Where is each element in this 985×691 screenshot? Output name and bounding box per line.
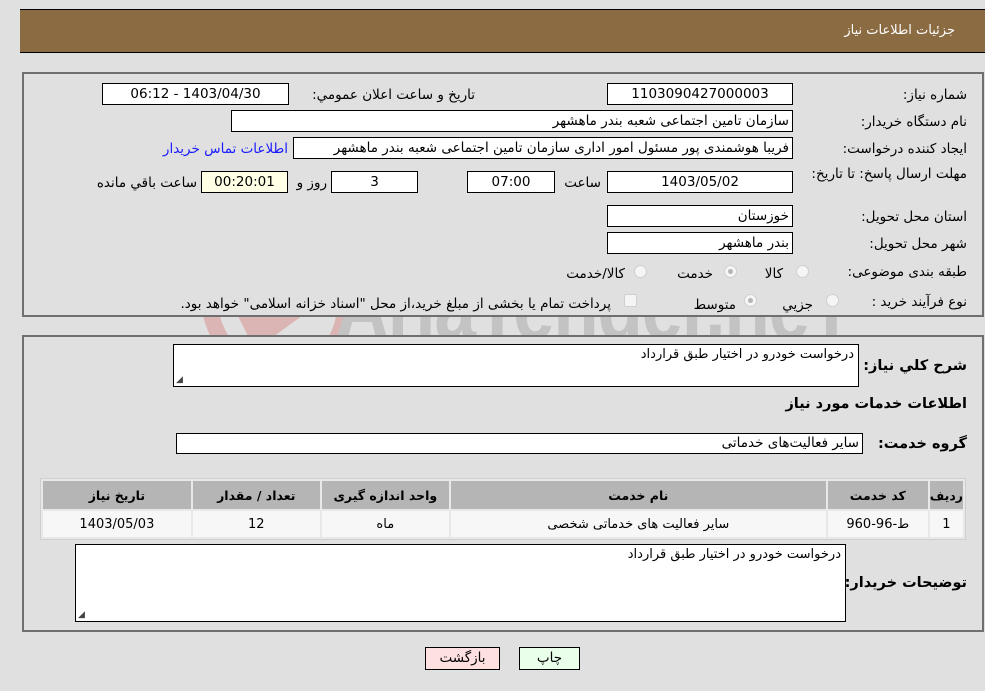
deadline-date-field: 1403/05/02 [607,171,793,193]
buyer-notes-textarea[interactable]: درخواست خودرو در اختیار طبق قرارداد ◢ [75,544,846,622]
purchase-radio-minor[interactable] [826,294,839,307]
buyer-contact-link[interactable]: اطلاعات تماس خریدار [163,141,288,157]
resize-grip-icon[interactable]: ◢ [78,610,85,620]
summary-text: درخواست خودرو در اختیار طبق قرارداد [640,347,854,362]
category-option-goods-service: کالا/خدمت [566,266,625,282]
cell-row-number: 1 [929,511,963,537]
announce-label: تاریخ و ساعت اعلان عمومي: [312,87,475,103]
service-group-field: سایر فعالیت‌های خدماتی [176,433,863,454]
col-need-date: تاریخ نیاز [43,481,191,509]
announce-datetime-field: 1403/04/30 - 06:12 [102,83,289,105]
need-number-label: شماره نیاز: [902,87,967,103]
remaining-time-field: 00:20:01 [201,171,288,193]
services-heading: اطلاعات خدمات مورد نیاز [785,396,967,412]
creator-field: فریبا هوشمندی پور مسئول امور اداری سازما… [293,137,793,159]
buyer-notes-label: توضیحات خریدار: [844,575,967,591]
deadline-label: مهلت ارسال پاسخ: تا تاریخ: [811,166,967,182]
table-row: 1 ط-96-960 سایر فعالیت های خدماتی شخصی م… [43,511,963,537]
col-row-number: ردیف [929,481,963,509]
col-unit: واحد اندازه گیری [321,481,449,509]
buyer-org-label: نام دستگاه خریدار: [860,114,967,130]
need-number-field: 1103090427000003 [607,83,793,105]
days-remaining-field: 3 [331,171,418,193]
page-title: جزئیات اطلاعات نیاز [844,23,955,38]
buyer-org-field: سازمان تامین اجتماعی شعبه بندر ماهشهر [231,110,793,132]
cell-quantity: 12 [192,511,320,537]
category-label: طبقه بندی موضوعی: [847,264,967,280]
city-field: بندر ماهشهر [607,232,793,254]
category-radio-service[interactable] [724,265,737,278]
back-button[interactable]: بازگشت [425,647,500,670]
print-button[interactable]: چاپ [519,647,580,670]
category-radio-goods[interactable] [796,265,809,278]
days-label: روز و [296,175,327,191]
summary-label: شرح كلي نياز: [863,358,967,374]
category-option-service: خدمت [677,266,713,282]
purchase-type-label: نوع فرآیند خرید : [871,294,967,310]
service-group-label: گروه خدمت: [877,436,967,452]
resize-grip-icon[interactable]: ◢ [176,375,183,385]
services-table: ردیف کد خدمت نام خدمت واحد اندازه گیری ت… [40,478,966,540]
province-label: استان محل تحویل: [861,209,967,225]
category-radio-goods-service[interactable] [634,265,647,278]
deadline-time-label: ساعت [564,175,601,191]
treasury-checkbox[interactable] [624,294,637,307]
table-header-row: ردیف کد خدمت نام خدمت واحد اندازه گیری ت… [43,481,963,509]
creator-label: ایجاد کننده درخواست: [842,141,967,157]
buyer-notes-text: درخواست خودرو در اختیار طبق قرارداد [627,547,841,562]
treasury-note: پرداخت تمام یا بخشی از مبلغ خرید،از محل … [180,296,611,312]
col-service-name: نام خدمت [450,481,826,509]
purchase-option-medium: متوسط [693,297,736,313]
summary-textarea[interactable]: درخواست خودرو در اختیار طبق قرارداد ◢ [173,344,859,387]
cell-service-name: سایر فعالیت های خدماتی شخصی [450,511,826,537]
cell-need-date: 1403/05/03 [43,511,191,537]
city-label: شهر محل تحویل: [869,236,967,252]
cell-service-code: ط-96-960 [827,511,928,537]
category-option-goods: کالا [764,266,783,282]
remaining-time-label: ساعت باقي مانده [96,175,197,191]
col-service-code: کد خدمت [827,481,928,509]
deadline-time-field: 07:00 [467,171,555,193]
need-info-panel [22,72,984,317]
purchase-option-minor: جزیي [782,297,813,313]
page-header: جزئیات اطلاعات نیاز [20,9,985,53]
province-field: خوزستان [607,205,793,227]
col-quantity: تعداد / مقدار [192,481,320,509]
cell-unit: ماه [321,511,449,537]
purchase-radio-medium[interactable] [744,294,757,307]
